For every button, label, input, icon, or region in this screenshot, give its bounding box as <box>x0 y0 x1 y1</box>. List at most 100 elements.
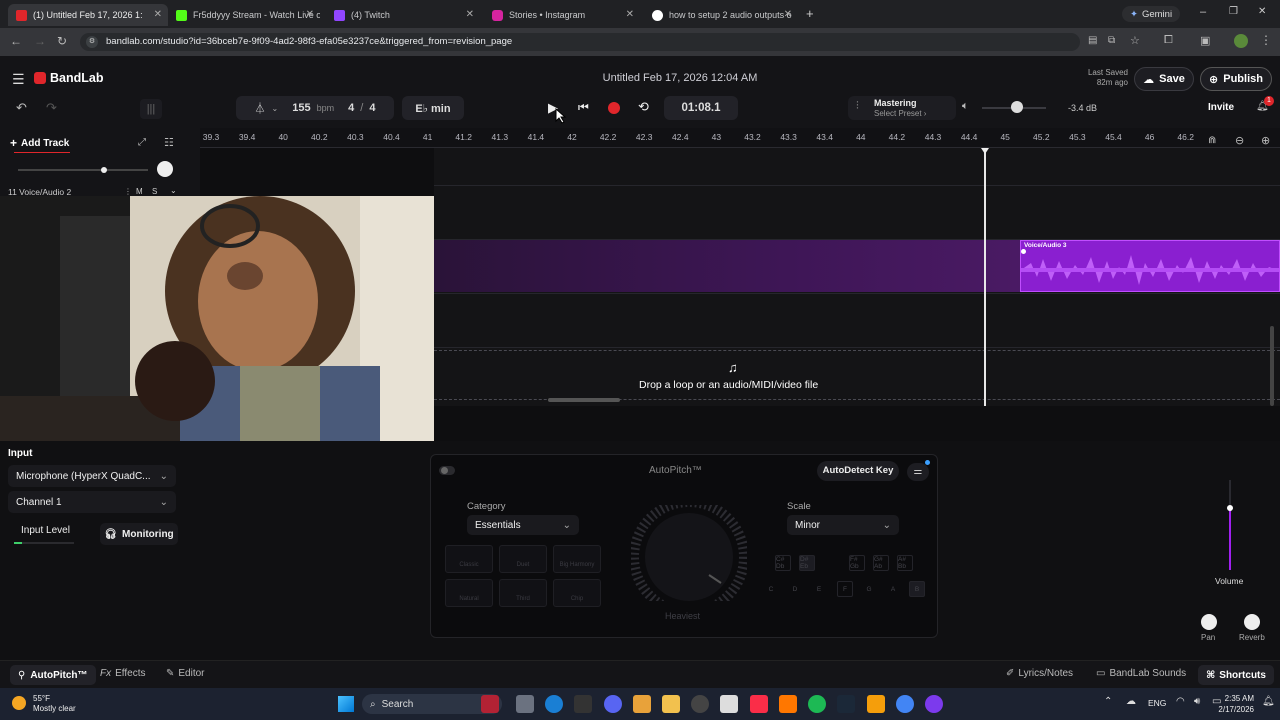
autopitch-settings-icon[interactable]: ⚌ <box>907 463 929 481</box>
taskbar-spotify-icon[interactable] <box>808 695 826 713</box>
grid-view-icon[interactable]: ||| <box>140 99 162 119</box>
channel-select[interactable]: Channel 1 ⌄ <box>8 491 176 513</box>
vertical-scrollbar[interactable] <box>1270 326 1274 406</box>
site-info-icon[interactable]: ⚙ <box>86 36 98 48</box>
forward-arrow-icon[interactable]: → <box>34 34 46 48</box>
bookmark-star-icon[interactable]: ☆ <box>1130 34 1140 47</box>
master-volume-handle[interactable] <box>1011 101 1023 113</box>
key-c[interactable]: C <box>763 581 779 597</box>
track-settings-icon[interactable]: ☷ <box>164 136 174 149</box>
taskbar-file-explorer-icon[interactable] <box>516 695 534 713</box>
publish-button[interactable]: ⊕ Publish <box>1200 67 1272 91</box>
undo-icon[interactable]: ↶ <box>16 100 27 116</box>
reverb-knob[interactable] <box>1244 614 1260 630</box>
cast-icon[interactable]: ⧉ <box>1108 35 1115 46</box>
taskbar-app-icon[interactable] <box>925 695 943 713</box>
wand-icon[interactable]: ⤢ <box>138 137 146 148</box>
taskbar-edge-icon[interactable] <box>545 695 563 713</box>
metronome-icon[interactable]: ⏃ <box>255 100 266 116</box>
browser-tab-twitch[interactable]: (4) Twitch ✕ <box>326 4 480 26</box>
back-arrow-icon[interactable]: ← <box>10 34 22 48</box>
restore-icon[interactable]: ❐ <box>1229 6 1238 17</box>
taskbar-store-icon[interactable] <box>720 695 738 713</box>
minimize-icon[interactable]: – <box>1200 6 1206 18</box>
reload-icon[interactable]: ↻ <box>57 34 67 48</box>
scale-select[interactable]: Minor ⌄ <box>787 515 899 535</box>
close-tab-icon[interactable]: ✕ <box>306 9 314 20</box>
key-f-sharp[interactable]: F# Gb <box>849 555 865 571</box>
pan-knob[interactable] <box>1201 614 1217 630</box>
speaker-mute-icon[interactable]: 🔈︎ <box>962 100 969 113</box>
horizontal-scrollbar[interactable] <box>548 398 620 402</box>
browser-menu-icon[interactable]: ⋮ <box>1260 33 1272 47</box>
taskbar-copilot-icon[interactable] <box>633 695 651 713</box>
invite-button[interactable]: Invite <box>1200 98 1242 118</box>
skip-to-start-icon[interactable]: ⏮ <box>578 100 589 115</box>
key-g[interactable]: G <box>861 581 877 597</box>
key-g-sharp[interactable]: G# Ab <box>873 555 889 571</box>
profile-avatar[interactable] <box>1234 34 1248 48</box>
time-signature-num[interactable]: 4 <box>348 102 354 114</box>
zoom-out-icon[interactable]: ⊖ <box>1235 134 1244 147</box>
track-options-icon[interactable]: ⋮ <box>124 187 132 196</box>
autodetect-key-button[interactable]: AutoDetect Key <box>817 461 899 481</box>
notifications-icon[interactable]: 🔔︎ <box>1262 696 1275 707</box>
hamburger-menu-icon[interactable]: ☰ <box>12 71 25 88</box>
solo-button[interactable]: S <box>152 187 157 196</box>
bandlab-logo[interactable]: BandLab <box>34 71 103 85</box>
new-tab-icon[interactable]: + <box>806 6 814 21</box>
autopitch-knob[interactable] <box>631 505 747 601</box>
taskbar-fl-studio-icon[interactable] <box>867 695 885 713</box>
windows-start-icon[interactable] <box>338 696 354 712</box>
sidebar-icon[interactable]: ▣ <box>1200 34 1210 47</box>
clock[interactable]: 2:35 AM 2/17/2026 <box>1218 693 1254 715</box>
key-f[interactable]: F <box>837 581 853 597</box>
preset-classic[interactable]: Classic <box>445 545 493 573</box>
reader-mode-icon[interactable]: ▤ <box>1088 35 1097 46</box>
wifi-icon[interactable]: ◠ <box>1176 696 1185 707</box>
language-indicator[interactable]: ENG <box>1148 698 1166 708</box>
browser-tab-google[interactable]: how to setup 2 audio outputs o ✕ <box>644 4 798 26</box>
chevron-down-icon[interactable]: ⌄ <box>170 186 177 195</box>
tab-editor[interactable]: ✎ Editor <box>166 668 205 679</box>
monitoring-button[interactable]: 🎧︎ Monitoring <box>100 523 178 545</box>
preset-big-harmony[interactable]: Big Harmony <box>553 545 601 573</box>
taskbar-music-icon[interactable] <box>750 695 768 713</box>
browser-tab-bandlab[interactable]: (1) Untitled Feb 17, 2026 1: ✕ <box>8 4 168 26</box>
window-close-icon[interactable]: ✕ <box>1258 6 1266 17</box>
preset-duet[interactable]: Duet <box>499 545 547 573</box>
track-knob[interactable] <box>157 161 173 177</box>
chevron-down-icon[interactable]: ⌄ <box>272 104 279 113</box>
taskbar-chrome-icon[interactable] <box>896 695 914 713</box>
weather-icon[interactable] <box>12 696 26 710</box>
record-icon[interactable] <box>608 102 620 114</box>
project-title[interactable]: Untitled Feb 17, 2026 12:04 AM <box>540 72 820 84</box>
tempo-value[interactable]: 155 <box>292 102 310 114</box>
volume-icon[interactable]: 🔊︎ <box>1194 696 1200 707</box>
close-tab-icon[interactable]: ✕ <box>626 9 634 20</box>
taskbar-settings-icon[interactable] <box>691 695 709 713</box>
taskbar-discord-icon[interactable] <box>604 695 622 713</box>
add-track-button[interactable]: + Add Track <box>10 136 69 150</box>
key-b[interactable]: B <box>909 581 925 597</box>
browser-tab-kick[interactable]: Fr5ddyyy Stream - Watch Live o ✕ <box>168 4 320 26</box>
tab-lyrics-notes[interactable]: ✐ Lyrics/Notes <box>1006 668 1073 679</box>
zoom-in-icon[interactable]: ⊕ <box>1261 134 1270 147</box>
tab-bandlab-sounds[interactable]: ▭ BandLab Sounds <box>1096 668 1186 679</box>
mute-button[interactable]: M <box>136 187 143 196</box>
preset-natural[interactable]: Natural <box>445 579 493 607</box>
loop-icon[interactable]: ⟲ <box>638 99 649 115</box>
onedrive-icon[interactable]: ☁ <box>1126 696 1136 707</box>
weather-widget[interactable]: 55°F Mostly clear <box>33 694 76 714</box>
key-selector[interactable]: E♭ min <box>402 96 464 120</box>
clip-fade-handle[interactable] <box>1021 249 1026 254</box>
taskbar-app-flag-icon[interactable] <box>481 695 499 713</box>
microphone-select[interactable]: Microphone (HyperX QuadC... ⌄ <box>8 465 176 487</box>
browser-tab-instagram[interactable]: Stories • Instagram ✕ <box>484 4 640 26</box>
key-a[interactable]: A <box>885 581 901 597</box>
close-tab-icon[interactable]: ✕ <box>784 9 792 20</box>
close-tab-icon[interactable]: ✕ <box>466 9 474 20</box>
key-d-sharp[interactable]: D# Eb <box>799 555 815 571</box>
taskbar-soundcloud-icon[interactable] <box>779 695 797 713</box>
chevron-up-icon[interactable]: ⌃ <box>1104 696 1112 707</box>
